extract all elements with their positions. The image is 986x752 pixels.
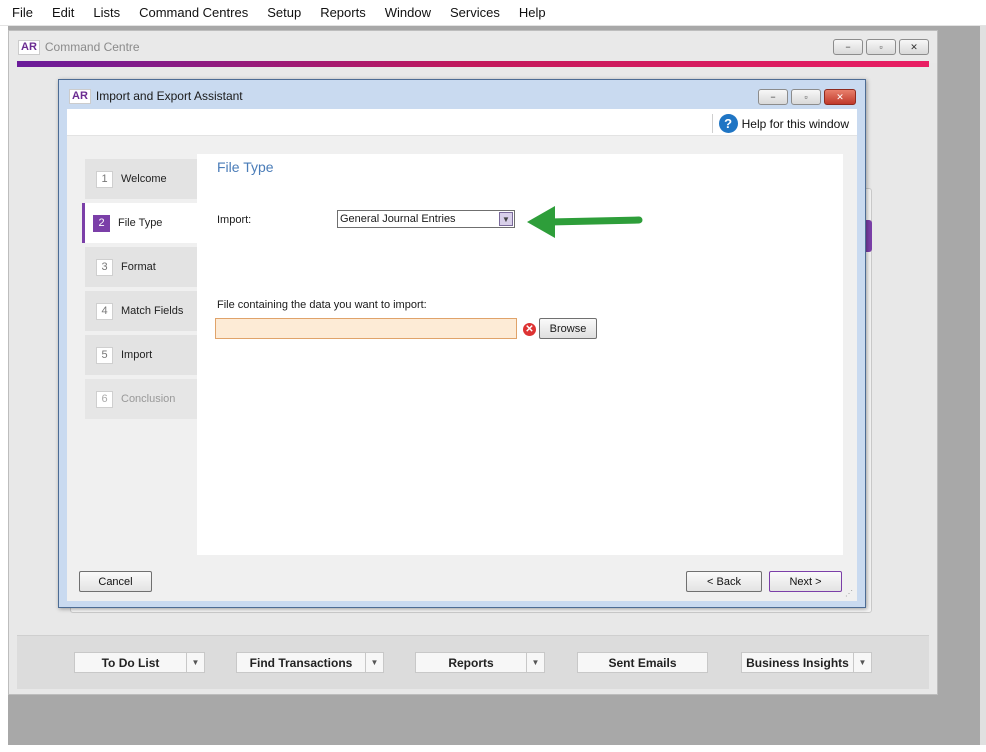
help-strip: ? Help for this window [67,109,857,136]
chevron-down-icon[interactable]: ▼ [365,653,383,672]
menu-bar: File Edit Lists Command Centres Setup Re… [0,0,986,26]
import-type-value: General Journal Entries [340,213,456,225]
menu-command-centres[interactable]: Command Centres [139,5,248,20]
step-label: Conclusion [121,393,176,405]
step-match-fields[interactable]: 4 Match Fields [85,291,197,331]
file-type-panel: File Type Import: General Journal Entrie… [197,154,843,555]
step-number: 4 [96,302,113,320]
help-label: Help for this window [741,116,849,131]
step-label: Import [121,349,153,361]
dialog-restore-button[interactable]: ▫ [791,89,821,105]
step-number: 6 [96,390,113,408]
step-conclusion: 6 Conclusion [85,379,197,419]
chevron-down-icon[interactable]: ▼ [499,212,513,226]
step-import[interactable]: 5 Import [85,335,197,375]
minimize-button[interactable]: − [833,39,863,55]
step-format[interactable]: 3 Format [85,247,197,287]
step-number: 3 [96,258,113,276]
step-welcome[interactable]: 1 Welcome [85,159,197,199]
help-icon: ? [718,114,738,133]
chevron-down-icon[interactable]: ▼ [526,653,544,672]
menu-services[interactable]: Services [450,5,500,20]
to-do-list-button[interactable]: To Do List ▼ [74,652,205,673]
wizard-steps: 1 Welcome 2 File Type 3 Format 4 Match F… [82,159,197,423]
step-label: Format [121,261,156,273]
business-insights-button[interactable]: Business Insights ▼ [741,652,872,673]
import-type-select[interactable]: General Journal Entries ▼ [337,210,515,228]
import-label: Import: [217,214,252,226]
error-icon: ✕ [523,323,536,336]
help-link[interactable]: ? Help for this window [711,114,849,133]
import-export-dialog: AR Import and Export Assistant − ▫ ✕ ? H… [58,79,866,608]
window-controls: − ▫ ✕ [833,39,929,55]
dialog-logo: AR [69,88,91,104]
menu-lists[interactable]: Lists [93,5,120,20]
find-transactions-button[interactable]: Find Transactions ▼ [236,652,384,673]
brand-gradient-bar [17,61,929,67]
dialog-close-button[interactable]: ✕ [824,89,856,105]
chevron-down-icon[interactable]: ▼ [853,653,871,672]
dialog-body: ? Help for this window 1 Welcome 2 File … [67,109,857,601]
menu-help[interactable]: Help [519,5,546,20]
window-title: Command Centre [44,40,140,54]
menu-window[interactable]: Window [385,5,431,20]
green-arrow-icon [527,206,643,238]
step-number: 2 [93,214,110,232]
resize-grip-icon[interactable]: ⋰ [845,589,853,598]
file-path-input[interactable] [215,318,517,339]
step-number: 1 [96,170,113,188]
restore-button[interactable]: ▫ [866,39,896,55]
cancel-button[interactable]: Cancel [79,571,152,592]
chevron-down-icon[interactable]: ▼ [186,653,204,672]
next-button[interactable]: Next > [769,571,842,592]
menu-edit[interactable]: Edit [52,5,74,20]
sent-emails-button[interactable]: Sent Emails [577,652,708,673]
browse-button[interactable]: Browse [539,318,597,339]
dialog-titlebar: AR Import and Export Assistant [59,80,865,112]
dialog-window-controls: − ▫ ✕ [758,89,856,105]
step-label: Match Fields [121,305,184,317]
menu-reports[interactable]: Reports [320,5,366,20]
file-label: File containing the data you want to imp… [217,299,427,311]
step-file-type[interactable]: 2 File Type [82,203,197,243]
dialog-title: Import and Export Assistant [95,89,243,103]
menu-file[interactable]: File [12,5,33,20]
step-label: Welcome [121,173,167,185]
step-number: 5 [96,346,113,364]
page-title: File Type [217,159,274,175]
reports-button[interactable]: Reports ▼ [415,652,545,673]
close-button[interactable]: ✕ [899,39,929,55]
back-button[interactable]: < Back [686,571,762,592]
command-centre-titlebar: AR Command Centre [9,31,937,63]
bottom-action-bar: To Do List ▼ Find Transactions ▼ Reports… [17,635,929,689]
step-label: File Type [118,217,163,229]
menu-setup[interactable]: Setup [267,5,301,20]
app-logo: AR [18,39,40,55]
dialog-minimize-button[interactable]: − [758,89,788,105]
